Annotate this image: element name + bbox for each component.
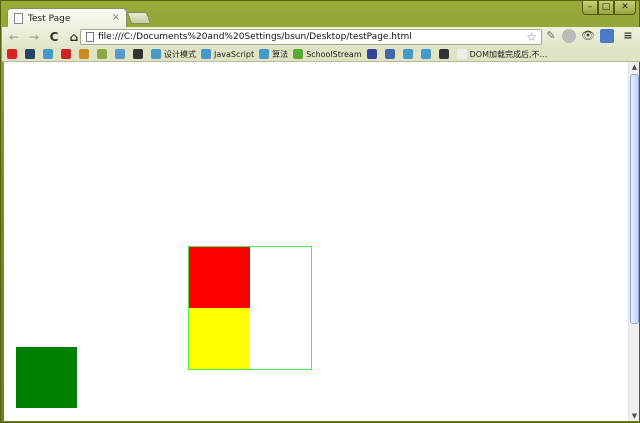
bookmark-favicon-icon [151, 49, 161, 59]
bookmark-item[interactable]: 算法 [259, 49, 288, 60]
bookmark-favicon-icon [61, 49, 71, 59]
bookmark-label: JavaScript [214, 49, 255, 59]
bookmark-label: DOM加载完成后,不… [469, 49, 548, 59]
page-icon [86, 32, 94, 42]
bookmark-favicon-icon [456, 49, 467, 59]
bookmark-favicon-icon [402, 49, 413, 59]
wrench-extension-icon[interactable]: ✎ [544, 29, 558, 43]
vertical-scrollbar[interactable]: ▲ ▼ [628, 62, 639, 421]
green-box [16, 347, 77, 408]
bookmark-bar: 设计模式 JavaScript 算法 SchoolStream DOM加载完成后,不… [2, 47, 640, 62]
bookmark-favicon-icon [366, 49, 377, 59]
bookmark-favicon-icon [438, 49, 449, 59]
tab-test-page[interactable]: Test Page × [7, 8, 127, 28]
menu-icon[interactable]: ≡ [621, 29, 635, 43]
star-icon[interactable]: ☆ [526, 30, 537, 44]
scroll-thumb[interactable] [630, 74, 639, 324]
scroll-down-icon[interactable]: ▼ [629, 411, 640, 421]
test-container-box [188, 246, 312, 370]
bookmark-label: 算法 [272, 49, 289, 59]
bookmark-label: SchoolStream [306, 49, 362, 59]
yellow-box [189, 308, 250, 369]
tab-strip: Test Page × – □ ✕ [1, 1, 640, 28]
bookmark-favicon-icon [97, 49, 107, 59]
extension-circle-icon[interactable] [562, 29, 576, 43]
bookmark-item[interactable] [402, 49, 416, 59]
bookmark-item[interactable] [43, 49, 56, 59]
bookmark-favicon-icon [293, 49, 304, 59]
red-box [189, 247, 250, 308]
bookmark-favicon-icon [115, 49, 125, 59]
page-icon [14, 13, 23, 24]
bookmark-favicon-icon [384, 49, 395, 59]
minimize-button[interactable]: – [582, 1, 598, 15]
bookmark-favicon-icon [7, 49, 17, 59]
reload-icon[interactable]: C [46, 29, 62, 45]
eyes-extension-icon[interactable]: 👁 [581, 29, 595, 43]
browser-window: Test Page × – □ ✕ ← → C ⌂ file:///C:/Doc… [0, 0, 640, 423]
bookmark-favicon-icon [79, 49, 89, 59]
bookmark-item[interactable] [115, 49, 128, 59]
close-window-button[interactable]: ✕ [614, 1, 636, 15]
scroll-up-icon[interactable]: ▲ [629, 62, 640, 72]
bookmark-item[interactable]: JavaScript [201, 49, 254, 59]
bookmark-item[interactable]: SchoolStream [293, 49, 362, 59]
bookmark-item[interactable] [25, 49, 38, 59]
screen-extension-icon[interactable] [600, 29, 614, 43]
bookmark-item[interactable] [133, 49, 146, 59]
bookmark-favicon-icon [259, 49, 270, 59]
bookmark-favicon-icon [201, 49, 211, 59]
bookmark-item[interactable]: 设计模式 [151, 49, 196, 60]
bookmark-item[interactable] [384, 49, 398, 59]
tab-title: Test Page [28, 13, 71, 24]
tab-close-icon[interactable]: × [112, 13, 120, 23]
bookmark-favicon-icon [133, 49, 143, 59]
url-text: file:///C:/Documents%20and%20Settings/bs… [98, 32, 412, 42]
bookmark-item[interactable] [438, 49, 452, 59]
forward-icon[interactable]: → [26, 29, 42, 45]
bookmark-item[interactable] [366, 49, 380, 59]
maximize-button[interactable]: □ [598, 1, 614, 15]
bookmark-item[interactable] [7, 49, 20, 59]
bookmark-item[interactable] [97, 49, 110, 59]
page-content [4, 62, 628, 421]
bookmark-favicon-icon [43, 49, 53, 59]
bookmark-label: 设计模式 [164, 49, 196, 59]
bookmark-favicon-icon [420, 49, 431, 59]
bookmark-item[interactable] [79, 49, 92, 59]
back-icon[interactable]: ← [6, 29, 22, 45]
new-tab-button[interactable] [126, 12, 152, 24]
bookmark-item[interactable]: DOM加载完成后,不… [456, 49, 548, 60]
bookmark-item[interactable] [420, 49, 434, 59]
bookmark-item[interactable] [61, 49, 74, 59]
address-bar[interactable]: file:///C:/Documents%20and%20Settings/bs… [80, 29, 542, 45]
bookmark-favicon-icon [25, 49, 35, 59]
